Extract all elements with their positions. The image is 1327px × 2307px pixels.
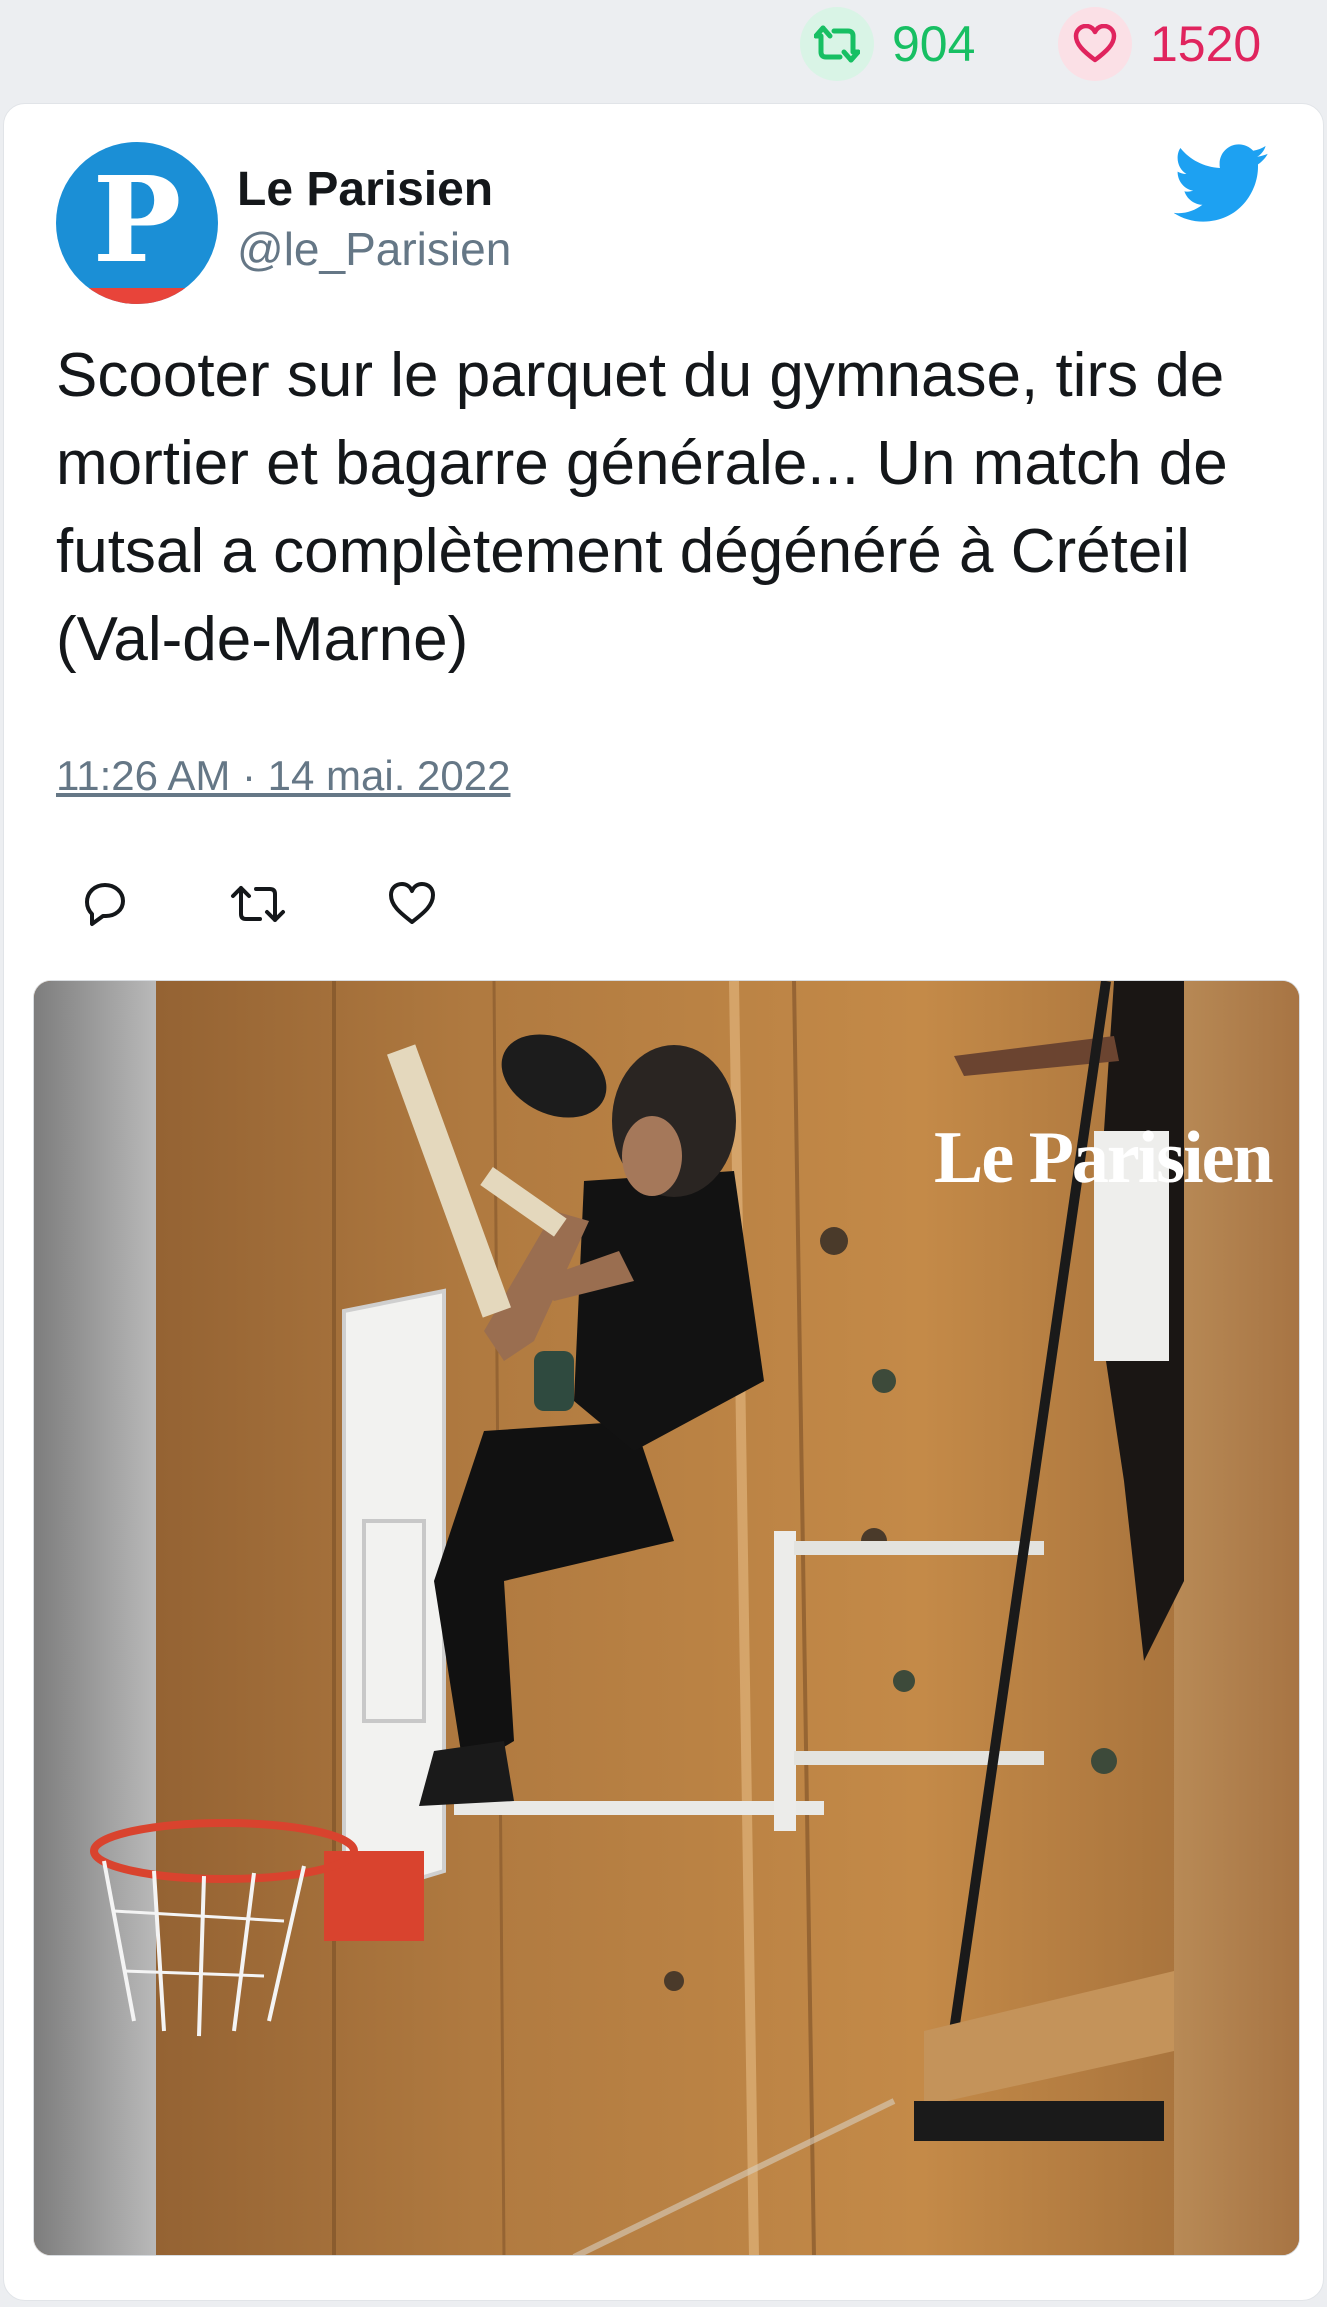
retweet-icon [231, 886, 285, 922]
author-handle[interactable]: @le_Parisien [237, 222, 511, 276]
like-stat[interactable]: 1520 [1058, 7, 1262, 81]
tweet-media-photo[interactable]: Le Parisien [33, 980, 1300, 2256]
media-watermark: Le Parisien [934, 1117, 1274, 1199]
twitter-bird-icon[interactable] [1173, 144, 1270, 224]
avatar-logo-letter: P [92, 150, 182, 289]
tweet-text: Scooter sur le parquet du gymnase, tirs … [56, 341, 1228, 674]
retweet-stat[interactable]: 904 [800, 7, 976, 81]
heart-icon[interactable] [1058, 7, 1132, 81]
avatar-logo-stripe [56, 288, 218, 304]
reply-button[interactable] [72, 874, 136, 934]
reply-icon [85, 883, 125, 926]
tweet-actions [72, 874, 534, 934]
tweet-card[interactable]: P Le Parisien @le_Parisien Scooter sur l… [3, 103, 1324, 2301]
like-count: 1520 [1150, 16, 1262, 72]
avatar[interactable]: P [56, 142, 218, 304]
engagement-stats-bar: 904 1520 [0, 0, 1327, 96]
retweet-count: 904 [892, 16, 976, 72]
like-icon [389, 882, 435, 924]
retweet-button[interactable] [226, 874, 290, 934]
retweet-icon[interactable] [800, 7, 874, 81]
author-name[interactable]: Le Parisien [237, 162, 493, 217]
like-button[interactable] [380, 874, 444, 934]
tweet-timestamp[interactable]: 11:26 AM · 14 mai. 2022 [56, 752, 511, 800]
